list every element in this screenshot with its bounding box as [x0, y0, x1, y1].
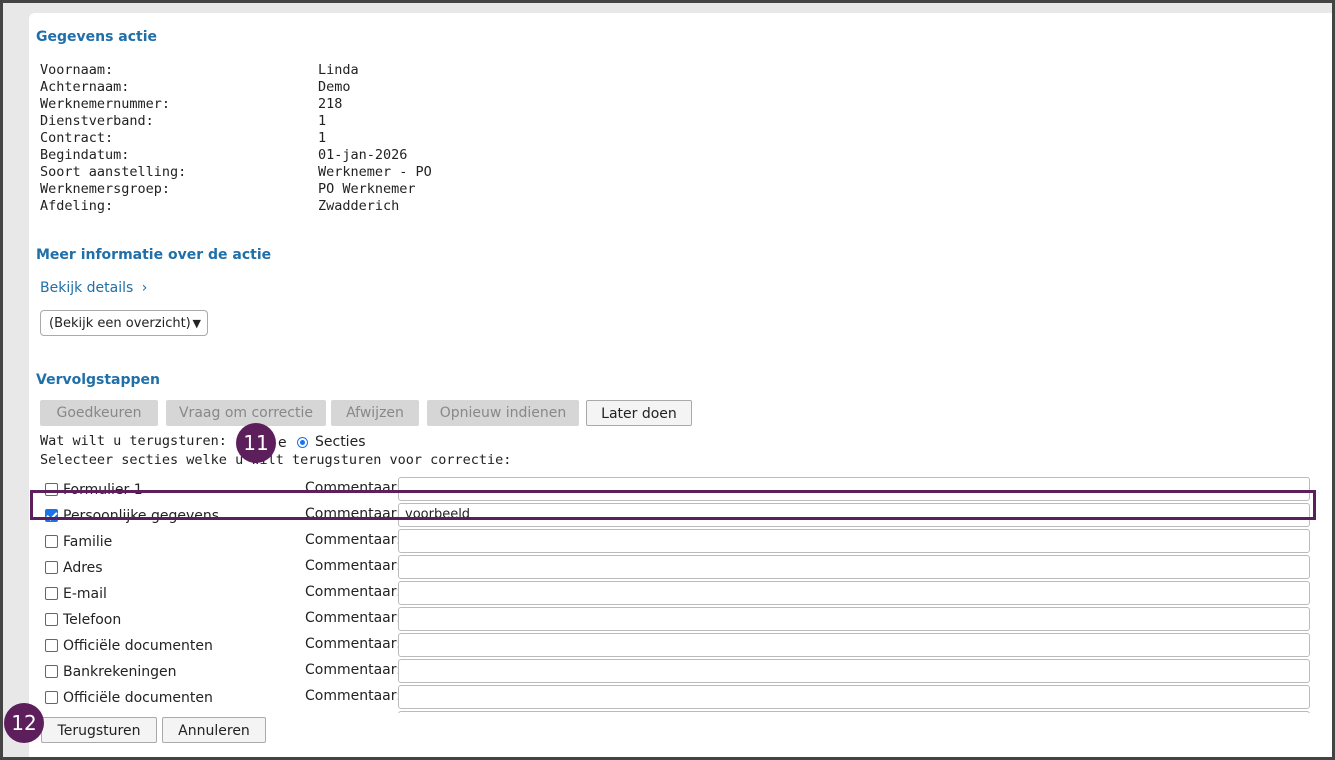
section-label: Familie [63, 534, 113, 550]
detail-label: Begindatum: [40, 147, 130, 163]
cancel-button[interactable]: Annuleren [162, 717, 266, 743]
sections-instruction: Selecteer secties welke u wilt terugstur… [40, 452, 512, 468]
more-info-heading: Meer informatie over de actie [36, 247, 272, 263]
section-checkbox[interactable] [45, 665, 58, 678]
sections-radio[interactable] [297, 437, 308, 448]
detail-label: Contract: [40, 130, 114, 146]
detail-label: Soort aanstelling: [40, 164, 187, 180]
chevron-right-icon: › [141, 280, 148, 296]
detail-value: Zwadderich [318, 198, 400, 214]
detail-label: Dienstverband: [40, 113, 154, 129]
later-button[interactable]: Later doen [586, 400, 692, 426]
comment-label: Commentaar: [305, 532, 401, 548]
comment-label: Commentaar: [305, 688, 401, 704]
section-row: Telefoon Commentaar: [29, 607, 1332, 633]
comment-input[interactable] [398, 529, 1310, 553]
details-heading: Gegevens actie [36, 29, 158, 45]
overview-select[interactable]: (Bekijk een overzicht) ▼ [40, 310, 208, 336]
section-checkbox[interactable] [45, 639, 58, 652]
step-12-badge: 12 [4, 703, 44, 743]
view-details-label: Bekijk details [40, 280, 134, 296]
highlight-frame [30, 490, 1316, 520]
detail-value: 01-jan-2026 [318, 147, 408, 163]
section-label: Bankrekeningen [63, 664, 177, 680]
comment-label: Commentaar: [305, 558, 401, 574]
section-checkbox[interactable] [45, 691, 58, 704]
comment-input[interactable] [398, 659, 1310, 683]
section-checkbox[interactable] [45, 561, 58, 574]
app-frame: Gegevens actie Voornaam: Linda Achternaam:… [3, 3, 1332, 757]
reject-button[interactable]: Afwijzen [331, 400, 419, 426]
comment-input[interactable] [398, 607, 1310, 631]
detail-label: Werknemernummer: [40, 96, 171, 112]
section-row: Bankrekeningen Commentaar: [29, 659, 1332, 685]
section-label: Officiële documenten [63, 690, 213, 706]
comment-label: Commentaar: [305, 636, 401, 652]
next-steps-heading: Vervolgstappen [36, 372, 161, 388]
view-details-link[interactable]: Bekijk details › [40, 280, 147, 296]
section-label: Adres [63, 560, 103, 576]
section-row: Officiële documenten Commentaar: [29, 633, 1332, 659]
request-correction-button[interactable]: Vraag om correctie [166, 400, 326, 426]
section-label: E-mail [63, 586, 107, 602]
section-row: Adres Commentaar: [29, 555, 1332, 581]
comment-label: Commentaar: [305, 610, 401, 626]
detail-label: Achternaam: [40, 79, 130, 95]
send-back-button[interactable]: Terugsturen [41, 717, 157, 743]
section-row: Familie Commentaar: [29, 529, 1332, 555]
resubmit-button[interactable]: Opnieuw indienen [427, 400, 579, 426]
detail-label: Werknemersgroep: [40, 181, 171, 197]
detail-value: PO Werknemer [318, 181, 416, 197]
detail-value: 1 [318, 113, 327, 129]
section-checkbox[interactable] [45, 535, 58, 548]
approve-button[interactable]: Goedkeuren [40, 400, 158, 426]
step-11-badge: 11 [236, 423, 276, 463]
comment-input[interactable] [398, 711, 1310, 713]
detail-label: Voornaam: [40, 62, 114, 78]
overview-select-value: (Bekijk een overzicht) [49, 316, 191, 331]
radio-partial-label: e [278, 435, 287, 451]
detail-value: Demo [318, 79, 351, 95]
section-checkbox[interactable] [45, 587, 58, 600]
comment-label: Commentaar: [305, 662, 401, 678]
section-row: Contract - AlgemeenCommentaar: [29, 711, 1332, 713]
detail-value: 1 [318, 130, 327, 146]
comment-label: Commentaar: [305, 584, 401, 600]
section-checkbox[interactable] [45, 613, 58, 626]
action-panel: Gegevens actie Voornaam: Linda Achternaam:… [29, 13, 1332, 757]
detail-label: Afdeling: [40, 198, 114, 214]
section-label: Officiële documenten [63, 638, 213, 654]
section-label: Telefoon [63, 612, 122, 628]
section-row: E-mail Commentaar: [29, 581, 1332, 607]
detail-value: 218 [318, 96, 343, 112]
comment-input[interactable] [398, 685, 1310, 709]
comment-input[interactable] [398, 555, 1310, 579]
send-back-question: Wat wilt u terugsturen: [40, 433, 227, 449]
chevron-down-icon: ▼ [192, 317, 201, 330]
detail-value: Linda [318, 62, 359, 78]
comment-input[interactable] [398, 633, 1310, 657]
section-row: Officiële documenten Commentaar: [29, 685, 1332, 711]
comment-input[interactable] [398, 581, 1310, 605]
sections-radio-label: Secties [315, 434, 366, 450]
detail-value: Werknemer - PO [318, 164, 432, 180]
